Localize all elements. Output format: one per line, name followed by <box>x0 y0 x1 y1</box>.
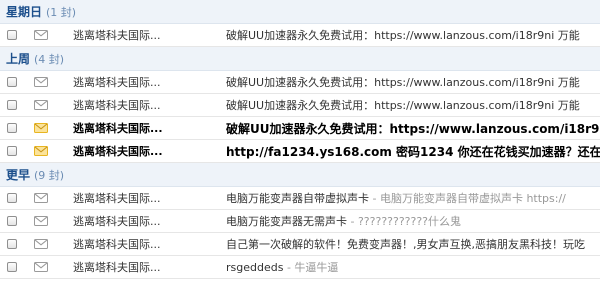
group-count: (9 封) <box>34 168 65 182</box>
mail-subject: 破解UU加速器永久免费试用：https://www.lanzous.com/i1… <box>226 120 600 137</box>
sender-name: 逃离塔科夫国际... <box>73 192 161 205</box>
envelope-icon <box>34 30 48 40</box>
group-title: 上周 <box>6 52 31 66</box>
envelope-icon <box>34 193 48 203</box>
sender-name: 逃离塔科夫国际... <box>73 261 161 274</box>
sender-name: 逃离塔科夫国际... <box>73 122 163 135</box>
sender-name: 逃离塔科夫国际... <box>73 29 161 42</box>
sender-name: 逃离塔科夫国际... <box>73 238 161 251</box>
group-header[interactable]: 星期日 (1 封) <box>0 0 600 24</box>
group-title: 更早 <box>6 168 31 182</box>
row-checkbox[interactable] <box>7 77 17 87</box>
mail-row[interactable]: 逃离塔科夫国际... 自己第一次破解的软件！免费变声器！,男女声互换,恶搞朋友黑… <box>0 233 600 256</box>
mail-subject: 电脑万能变声器无需声卡 - ????????????什么鬼 <box>226 213 600 229</box>
subject-text: 破解UU加速器永久免费试用：https://www.lanzous.com/i1… <box>226 76 580 89</box>
row-checkbox[interactable] <box>7 100 17 110</box>
mail-subject: 破解UU加速器永久免费试用：https://www.lanzous.com/i1… <box>226 74 600 90</box>
group-count: (4 封) <box>34 52 65 66</box>
mail-subject: http://fa1234.ys168.com 密码1234 你还在花钱买加速器… <box>226 143 600 160</box>
mail-row[interactable]: 逃离塔科夫国际... 破解UU加速器永久免费试用：https://www.lan… <box>0 71 600 94</box>
sender-name: 逃离塔科夫国际... <box>73 99 161 112</box>
row-checkbox[interactable] <box>7 123 17 133</box>
row-checkbox[interactable] <box>7 30 17 40</box>
mail-row[interactable]: 逃离塔科夫国际... 电脑万能变声器无需声卡 - ????????????什么鬼 <box>0 210 600 233</box>
group-title: 星期日 <box>6 5 43 19</box>
group-header[interactable]: 上周 (4 封) <box>0 47 600 71</box>
mail-row[interactable]: 逃离塔科夫国际... 破解UU加速器永久免费试用：https://www.lan… <box>0 117 600 140</box>
envelope-icon <box>34 77 48 87</box>
row-checkbox[interactable] <box>7 239 17 249</box>
mail-list: 星期日 (1 封) 逃离塔科夫国际... 破解UU加速器永久免费试用：https… <box>0 0 600 279</box>
row-checkbox[interactable] <box>7 193 17 203</box>
group-header[interactable]: 更早 (9 封) <box>0 163 600 187</box>
subject-text: 电脑万能变声器无需声卡 <box>226 215 347 228</box>
mail-subject: 破解UU加速器永久免费试用：https://www.lanzous.com/i1… <box>226 27 600 43</box>
subject-snippet: - 电脑万能变声器自带虚拟声卡 https:// <box>369 192 566 205</box>
group-count: (1 封) <box>46 5 77 19</box>
mail-row[interactable]: 逃离塔科夫国际... 电脑万能变声器自带虚拟声卡 - 电脑万能变声器自带虚拟声卡… <box>0 187 600 210</box>
envelope-icon <box>34 100 48 110</box>
mail-subject: 电脑万能变声器自带虚拟声卡 - 电脑万能变声器自带虚拟声卡 https:// <box>226 190 600 206</box>
envelope-icon <box>34 262 48 272</box>
sender-name: 逃离塔科夫国际... <box>73 215 161 228</box>
mail-subject: 破解UU加速器永久免费试用：https://www.lanzous.com/i1… <box>226 97 600 113</box>
mail-row[interactable]: 逃离塔科夫国际... rsgeddeds - 牛逼牛逼 <box>0 256 600 279</box>
subject-text: rsgeddeds <box>226 261 284 274</box>
subject-text: 破解UU加速器永久免费试用：https://www.lanzous.com/i1… <box>226 99 580 112</box>
envelope-icon <box>34 239 48 249</box>
envelope-icon <box>34 216 48 226</box>
envelope-icon <box>34 146 48 156</box>
envelope-icon <box>34 123 48 133</box>
subject-snippet: - ????????????什么鬼 <box>347 215 462 228</box>
row-checkbox[interactable] <box>7 262 17 272</box>
subject-text: 破解UU加速器永久免费试用：https://www.lanzous.com/i1… <box>226 29 580 42</box>
subject-snippet: - 牛逼牛逼 <box>283 261 339 274</box>
sender-name: 逃离塔科夫国际... <box>73 145 163 158</box>
mail-row[interactable]: 逃离塔科夫国际... 破解UU加速器永久免费试用：https://www.lan… <box>0 94 600 117</box>
row-checkbox[interactable] <box>7 216 17 226</box>
row-checkbox[interactable] <box>7 146 17 156</box>
subject-text: http://fa1234.ys168.com 密码1234 你还在花钱买加速器… <box>226 144 600 159</box>
mail-subject: rsgeddeds - 牛逼牛逼 <box>226 259 600 275</box>
mail-row[interactable]: 逃离塔科夫国际... 破解UU加速器永久免费试用：https://www.lan… <box>0 24 600 47</box>
mail-subject: 自己第一次破解的软件！免费变声器！,男女声互换,恶搞朋友黑科技！玩吃 <box>226 236 600 252</box>
subject-text: 自己第一次破解的软件！免费变声器！,男女声互换,恶搞朋友黑科技！玩吃 <box>226 238 585 251</box>
mail-row[interactable]: 逃离塔科夫国际... http://fa1234.ys168.com 密码123… <box>0 140 600 163</box>
subject-text: 破解UU加速器永久免费试用：https://www.lanzous.com/i1… <box>226 121 600 136</box>
subject-text: 电脑万能变声器自带虚拟声卡 <box>226 192 369 205</box>
sender-name: 逃离塔科夫国际... <box>73 76 161 89</box>
